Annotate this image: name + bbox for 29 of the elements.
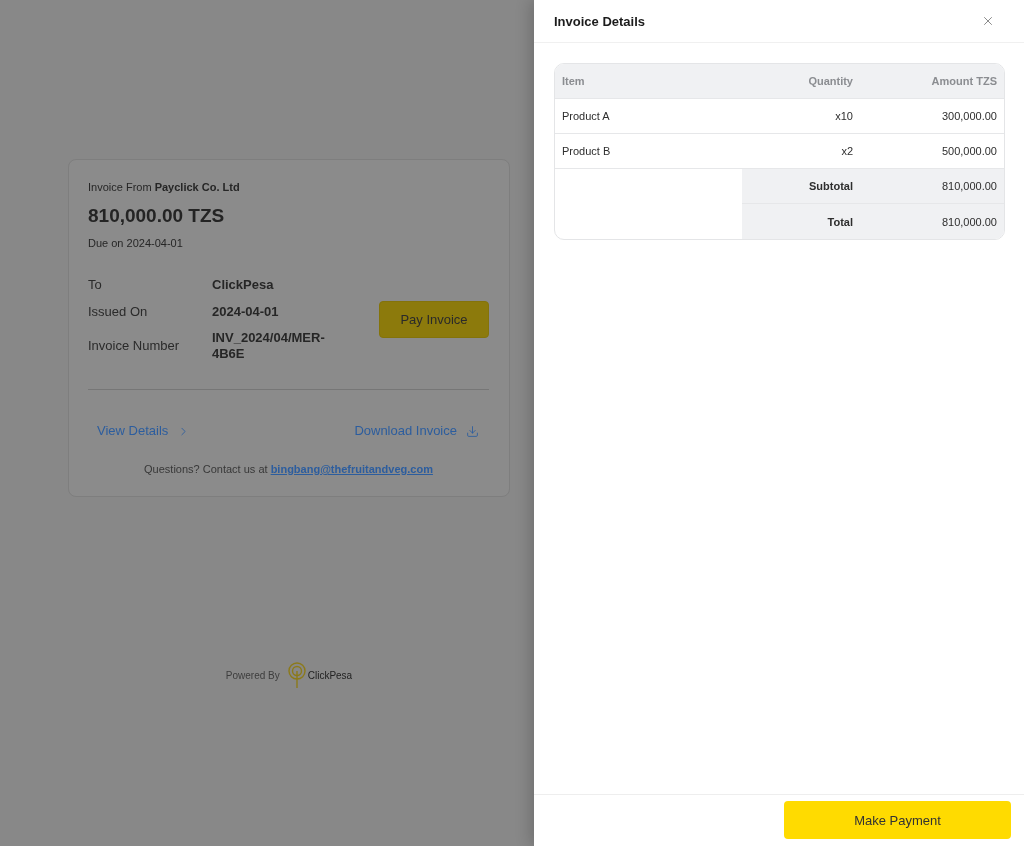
- detail-label: Issued On: [88, 303, 149, 321]
- panel-title: Invoice Details: [554, 13, 646, 29]
- table-header-cell: Amount TZS: [860, 64, 1004, 99]
- download-invoice-link[interactable]: Download Invoice: [354, 423, 479, 439]
- table-header-cell: Quantity: [742, 64, 860, 99]
- make-payment-button[interactable]: Make Payment: [784, 801, 1011, 839]
- summary-label: Total: [742, 204, 860, 239]
- contact-text: Questions? Contact us at bingbang@thefruitandveg.com: [143, 462, 434, 477]
- detail-value: ClickPesa: [212, 277, 275, 293]
- powered-by-label: Powered By: [225, 669, 280, 681]
- email-link[interactable]: bingbang@thefruitandveg.com: [270, 463, 433, 475]
- brand-name: ClickPesa: [307, 669, 353, 681]
- summary-label: Subtotal: [742, 169, 860, 204]
- detail-value: 2024-04-01: [212, 304, 280, 320]
- table-header-cell: Item: [555, 64, 742, 99]
- due-date-text: Due on 2024-04-01: [88, 236, 184, 250]
- download-icon: [466, 424, 479, 438]
- pay-invoice-button[interactable]: Pay Invoice: [379, 300, 489, 338]
- close-icon: [981, 14, 995, 28]
- detail-label: To: [88, 276, 103, 294]
- summary-value: 810,000.00: [860, 204, 1004, 239]
- invoice-amount: 810,000.00 TZS: [88, 204, 226, 228]
- summary-value: 810,000.00: [860, 169, 1004, 204]
- detail-value: INV_2024/04/MER-4B6E: [212, 330, 326, 362]
- invoice-from-text: Invoice From Payclick Co. Ltd: [88, 180, 241, 194]
- detail-label: Invoice Number: [88, 337, 181, 355]
- view-details-link[interactable]: View Details: [97, 423, 191, 439]
- close-button[interactable]: [981, 14, 995, 28]
- circles-logo-icon: [287, 662, 306, 688]
